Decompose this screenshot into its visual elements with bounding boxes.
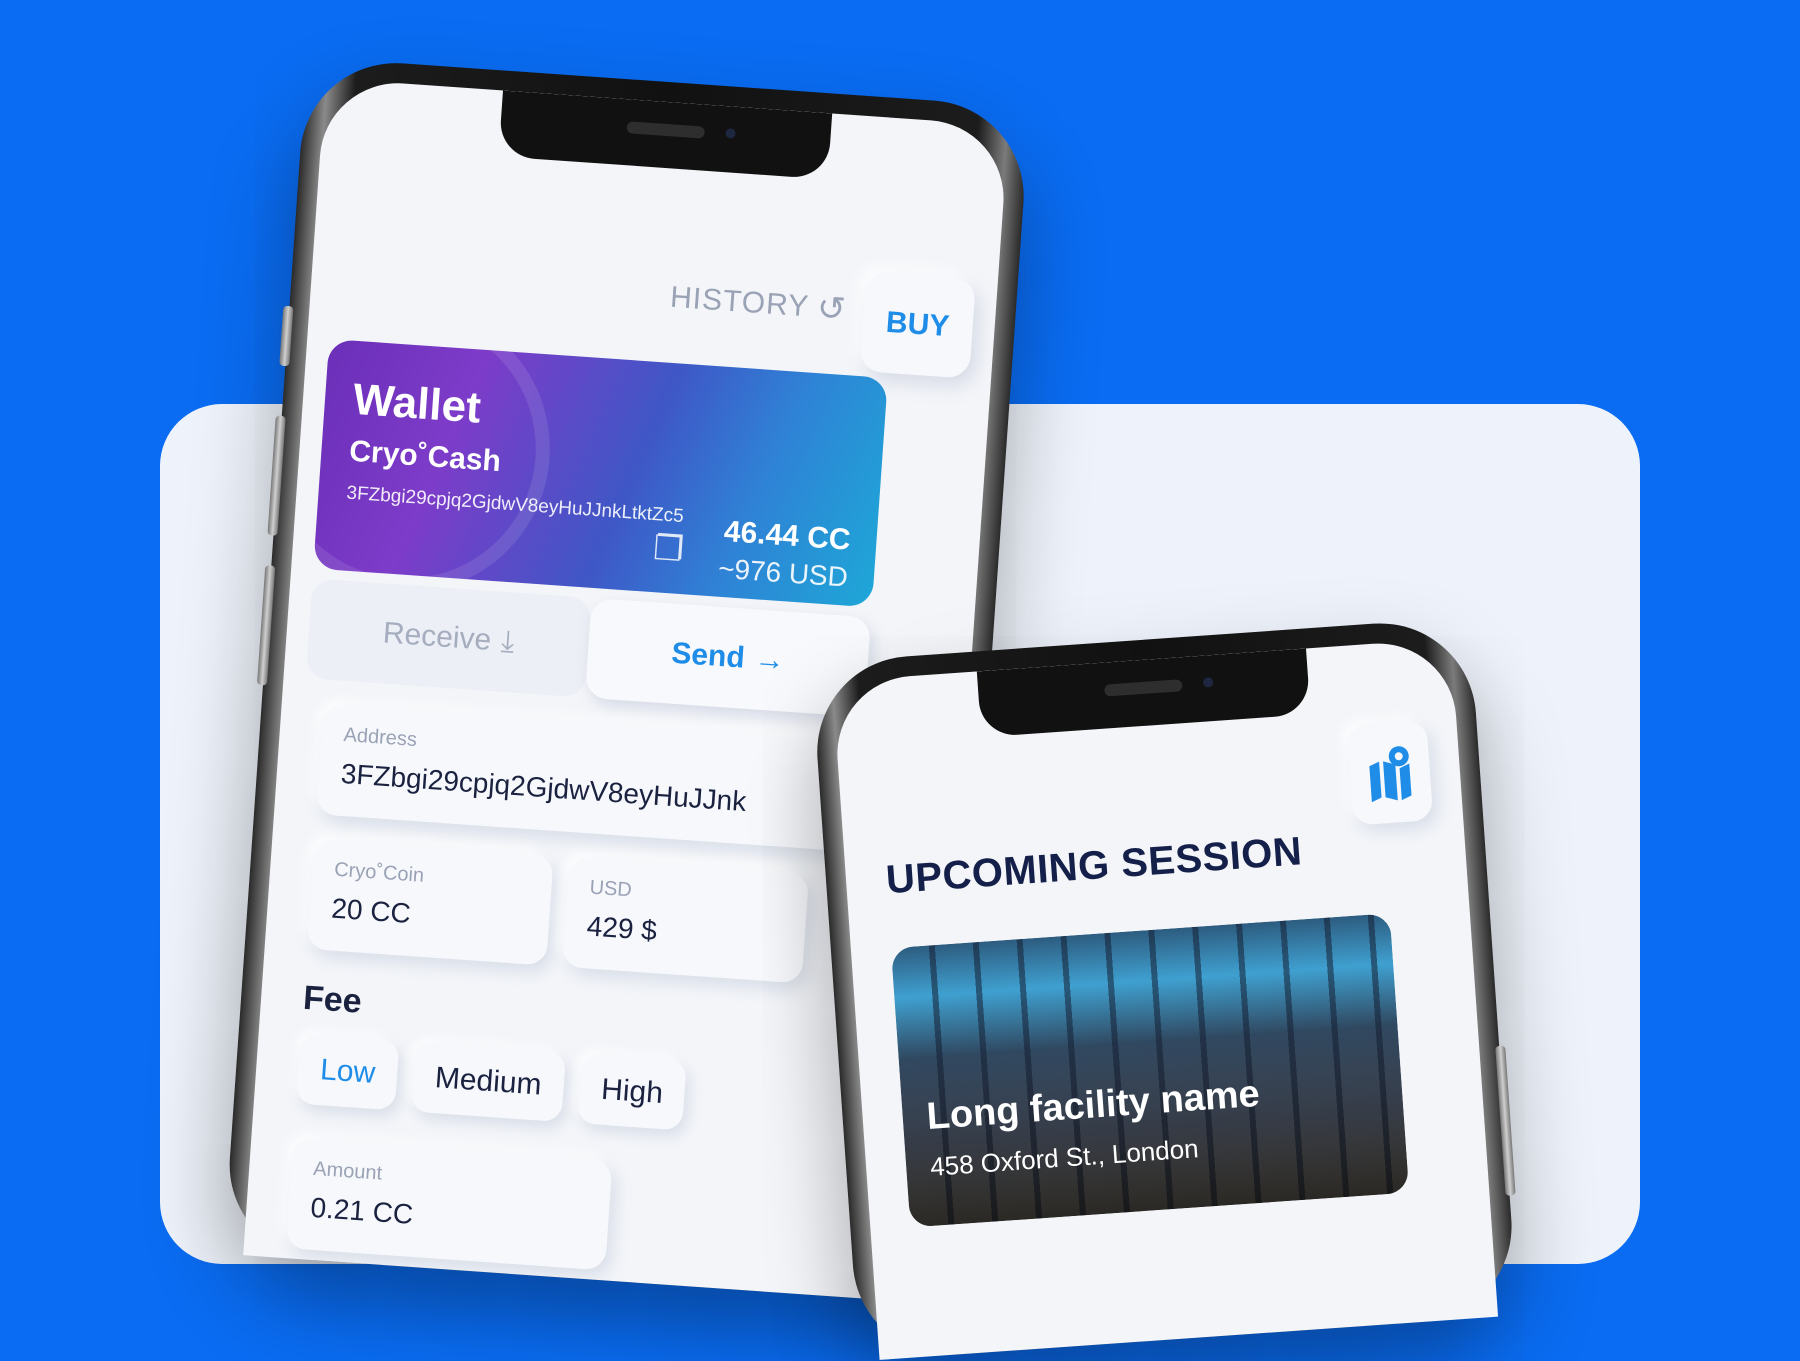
fee-title: Fee (301, 978, 364, 1021)
arrow-right-icon: → (753, 642, 786, 678)
tab-send-label: Send (670, 636, 746, 675)
facility-address: 458 Oxford St., London (929, 1133, 1200, 1182)
coin-amount-field[interactable]: Cryo˚Coin 20 CC (306, 839, 554, 966)
fee-option-high[interactable]: High (576, 1053, 688, 1131)
wallet-balance: 46.44 CC (722, 515, 852, 557)
side-button (279, 305, 294, 367)
amount-label: Amount (312, 1157, 383, 1185)
phone-session: UPCOMING SESSION Long facility name 458 … (810, 616, 1519, 1361)
wallet-balance-usd: ~976 USD (717, 552, 849, 593)
fee-options: Low Medium High (295, 1033, 688, 1131)
fee-amount-field[interactable]: Amount 0.21 CC (285, 1138, 613, 1271)
facility-name: Long facility name (925, 1072, 1262, 1138)
address-label: Address (342, 723, 418, 752)
coin-value: 20 CC (330, 892, 412, 930)
map-pin-icon (1369, 746, 1412, 803)
tab-receive-label: Receive (381, 616, 493, 657)
wallet-card[interactable]: Wallet Cryo˚Cash 3FZbgi29cpjq2GjdwV8eyHu… (313, 338, 888, 608)
history-icon: ↺ (815, 288, 847, 329)
section-title: UPCOMING SESSION (884, 829, 1304, 903)
usd-value: 429 $ (585, 910, 658, 947)
usd-amount-field[interactable]: USD 429 $ (562, 856, 810, 984)
tab-receive[interactable]: Receive ⤓ (305, 578, 592, 698)
usd-label: USD (588, 876, 633, 902)
wallet-title: Wallet (351, 374, 483, 433)
camera (724, 128, 736, 139)
coin-label: Cryo˚Coin (333, 858, 425, 887)
download-icon: ⤓ (499, 624, 516, 659)
address-field[interactable]: Address 3FZbgi29cpjq2GjdwV8eyHuJJnk (316, 704, 883, 854)
tab-send[interactable]: Send → (584, 597, 872, 718)
facility-card[interactable]: Long facility name 458 Oxford St., Londo… (890, 913, 1410, 1228)
buy-button[interactable]: BUY (859, 271, 977, 379)
session-screen: UPCOMING SESSION Long facility name 458 … (832, 638, 1499, 1360)
history-link[interactable]: HISTORY ↺ (669, 278, 847, 330)
copy-icon[interactable]: ❐ (652, 528, 685, 570)
history-label: HISTORY (669, 280, 811, 324)
fee-option-low[interactable]: Low (295, 1033, 400, 1111)
fee-option-medium[interactable]: Medium (410, 1041, 566, 1123)
map-button[interactable] (1346, 720, 1434, 826)
address-value: 3FZbgi29cpjq2GjdwV8eyHuJJnk (339, 757, 748, 818)
amount-value: 0.21 CC (309, 1191, 415, 1230)
